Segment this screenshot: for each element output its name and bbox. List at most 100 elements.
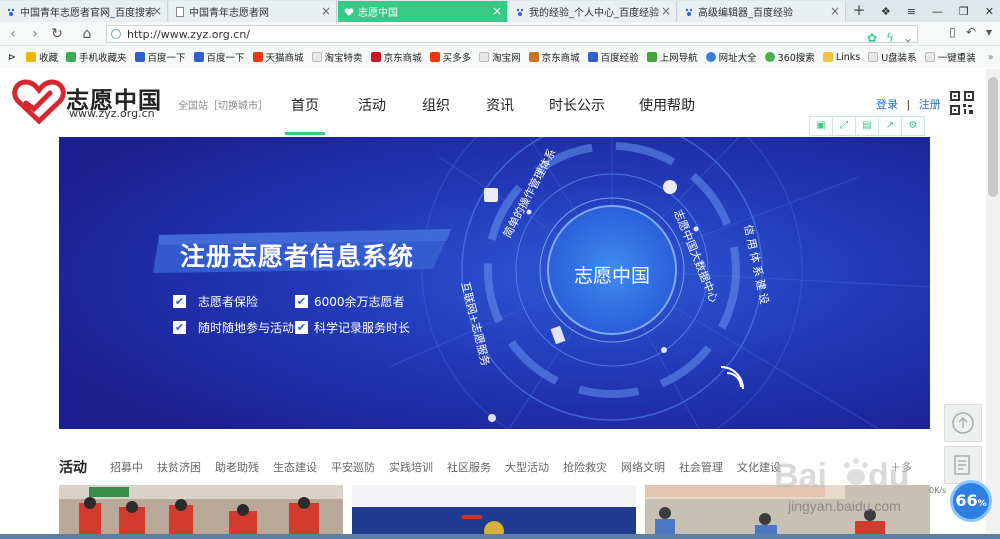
category-link[interactable]: 扶贫济困 <box>157 459 201 475</box>
tab-title: 志愿中国 <box>358 8 398 19</box>
speed-ball-widget[interactable]: 66% <box>950 480 992 522</box>
category-link[interactable]: 网络文明 <box>621 459 665 475</box>
scrollbar-thumb[interactable] <box>988 77 998 197</box>
bookmark-item[interactable]: 京东商城 <box>370 50 422 64</box>
star-icon <box>25 52 36 62</box>
reader-icon[interactable]: ▣ <box>809 116 833 136</box>
category-link[interactable]: 招募中 <box>110 459 143 475</box>
skin-icon[interactable]: ❖ <box>881 5 891 18</box>
page-icon <box>924 52 935 62</box>
category-link[interactable]: 社区服务 <box>447 459 491 475</box>
paw-icon <box>587 52 598 62</box>
back-icon[interactable]: ‹ <box>4 25 22 43</box>
more-icon[interactable]: ▾ <box>986 25 992 39</box>
hero-banner[interactable]: 注册志愿者信息系统 ✔ 志愿者保险 ✔ 6000余万志愿者 ✔ 随时随地参与活动… <box>59 137 930 429</box>
bookmark-item[interactable]: 天猫商城 <box>252 50 304 64</box>
phone-icon[interactable]: ▯ <box>949 25 956 39</box>
activity-card-image[interactable] <box>352 485 636 539</box>
chevron-down-icon[interactable]: ⌄ <box>899 29 917 47</box>
nav-help[interactable]: 使用帮助 <box>622 87 712 135</box>
svg-text:Bai: Bai <box>774 457 827 495</box>
activity-categories: 招募中 扶贫济困 助老助残 生态建设 平安巡防 实践培训 社区服务 大型活动 抢… <box>110 459 795 475</box>
save-icon[interactable]: ▤ <box>855 116 879 136</box>
undo-icon[interactable]: ↶ <box>966 25 976 39</box>
close-icon[interactable]: × <box>152 4 162 18</box>
close-icon[interactable]: × <box>492 4 502 18</box>
paw-icon <box>193 52 204 62</box>
reload-icon[interactable]: ↻ <box>48 25 66 43</box>
settings-gear-icon[interactable]: ⚙ <box>901 116 925 136</box>
address-bar[interactable]: http://www.zyz.org.cn/ ✿ ϟ ⌄ <box>106 25 918 45</box>
paw-icon <box>6 7 16 17</box>
nav-hours-publicity[interactable]: 时长公示 <box>532 87 622 135</box>
bookmark-item[interactable]: Links <box>822 52 860 63</box>
heart-icon <box>344 7 354 17</box>
tab-4[interactable]: 高级编辑器_百度经验 × <box>678 1 846 22</box>
activity-card-image[interactable] <box>59 485 343 539</box>
bookmark-item[interactable]: 百度一下 <box>134 50 186 64</box>
nav-organizations[interactable]: 组织 <box>404 87 468 135</box>
bookmark-item[interactable]: 网址大全 <box>705 50 757 64</box>
minimize-icon[interactable]: — <box>932 5 943 18</box>
net-speed-label: 0K/s <box>929 486 947 495</box>
address-text[interactable]: http://www.zyz.org.cn/ <box>127 28 250 41</box>
nav-news[interactable]: 资讯 <box>468 87 532 135</box>
tab-0[interactable]: 中国青年志愿者官网_百度搜索 × <box>0 1 168 22</box>
menu-icon[interactable]: ≡ <box>907 5 916 18</box>
bookmark-item[interactable]: 360搜索 <box>764 50 815 64</box>
bookmark-item[interactable]: 京东商城 <box>528 50 580 64</box>
bookmark-item[interactable]: 百度经验 <box>587 50 639 64</box>
browser-chrome: 中国青年志愿者官网_百度搜索 × 中国青年志愿者网 × 志愿中国 × 我的经验_… <box>0 0 1000 68</box>
paw-icon <box>684 7 694 17</box>
close-window-icon[interactable]: ✕ <box>985 5 994 18</box>
category-link[interactable]: 实践培训 <box>389 459 433 475</box>
shopping-icon <box>429 52 440 62</box>
fullscreen-icon[interactable]: ⤢ <box>832 116 856 136</box>
edit-note-icon <box>954 455 970 475</box>
back-to-top-button[interactable] <box>944 404 982 442</box>
bookmark-item[interactable]: U盘装系 <box>868 50 917 64</box>
page-scrollbar[interactable] <box>986 69 1000 539</box>
tab-2[interactable]: 志愿中国 × <box>338 1 508 22</box>
bookmark-item[interactable]: 收藏 <box>25 50 58 64</box>
category-link[interactable]: 助老助残 <box>215 459 259 475</box>
bookmark-item[interactable]: 一键重装 <box>924 50 976 64</box>
lightning-icon[interactable]: ϟ <box>881 29 899 47</box>
category-link[interactable]: 大型活动 <box>505 459 549 475</box>
bookmarks-toggle-icon[interactable]: ⊳ <box>8 52 16 63</box>
bookmark-item[interactable]: 淘宝特卖 <box>311 50 363 64</box>
feature-item: ✔ 志愿者保险 <box>173 295 259 309</box>
register-link[interactable]: 注册 <box>919 98 941 111</box>
paw-icon <box>134 52 145 62</box>
new-tab-button[interactable]: + <box>851 1 867 19</box>
login-link[interactable]: 登录 <box>876 98 898 111</box>
qr-code-icon[interactable] <box>950 91 974 115</box>
tab-1[interactable]: 中国青年志愿者网 × <box>169 1 337 22</box>
close-icon[interactable]: × <box>830 4 840 18</box>
category-link[interactable]: 抢险救灾 <box>563 459 607 475</box>
category-link[interactable]: 平安巡防 <box>331 459 375 475</box>
share-icon[interactable]: ↗ <box>878 116 902 136</box>
speed-icon[interactable]: ✿ <box>863 29 881 47</box>
category-link[interactable]: 生态建设 <box>273 459 317 475</box>
feature-item: ✔ 6000余万志愿者 <box>295 295 405 309</box>
category-link[interactable]: 社会管理 <box>679 459 723 475</box>
bookmark-item[interactable]: 上网导航 <box>646 50 698 64</box>
close-icon[interactable]: × <box>661 4 671 18</box>
speed-value: 66 <box>955 491 978 510</box>
bookmarks-overflow-icon[interactable]: » <box>988 52 994 63</box>
globe-icon <box>705 52 716 62</box>
bookmark-item[interactable]: 手机收藏夹 <box>65 50 127 64</box>
tab-3[interactable]: 我的经验_个人中心_百度经验 × <box>509 1 677 22</box>
bookmark-item[interactable]: 百度一下 <box>193 50 245 64</box>
forward-icon[interactable]: › <box>26 25 44 43</box>
home-icon[interactable]: ⌂ <box>78 25 96 43</box>
region-switcher[interactable]: 全国站［切换城市］ <box>178 97 268 112</box>
nav-activities[interactable]: 活动 <box>340 87 404 135</box>
bookmark-item[interactable]: 淘宝网 <box>479 50 521 64</box>
bookmark-item[interactable]: 买多多 <box>429 50 471 64</box>
close-icon[interactable]: × <box>321 4 331 18</box>
nav-home[interactable]: 首页 <box>270 87 340 135</box>
restore-icon[interactable]: ❐ <box>959 5 969 18</box>
feedback-button[interactable] <box>944 446 982 484</box>
